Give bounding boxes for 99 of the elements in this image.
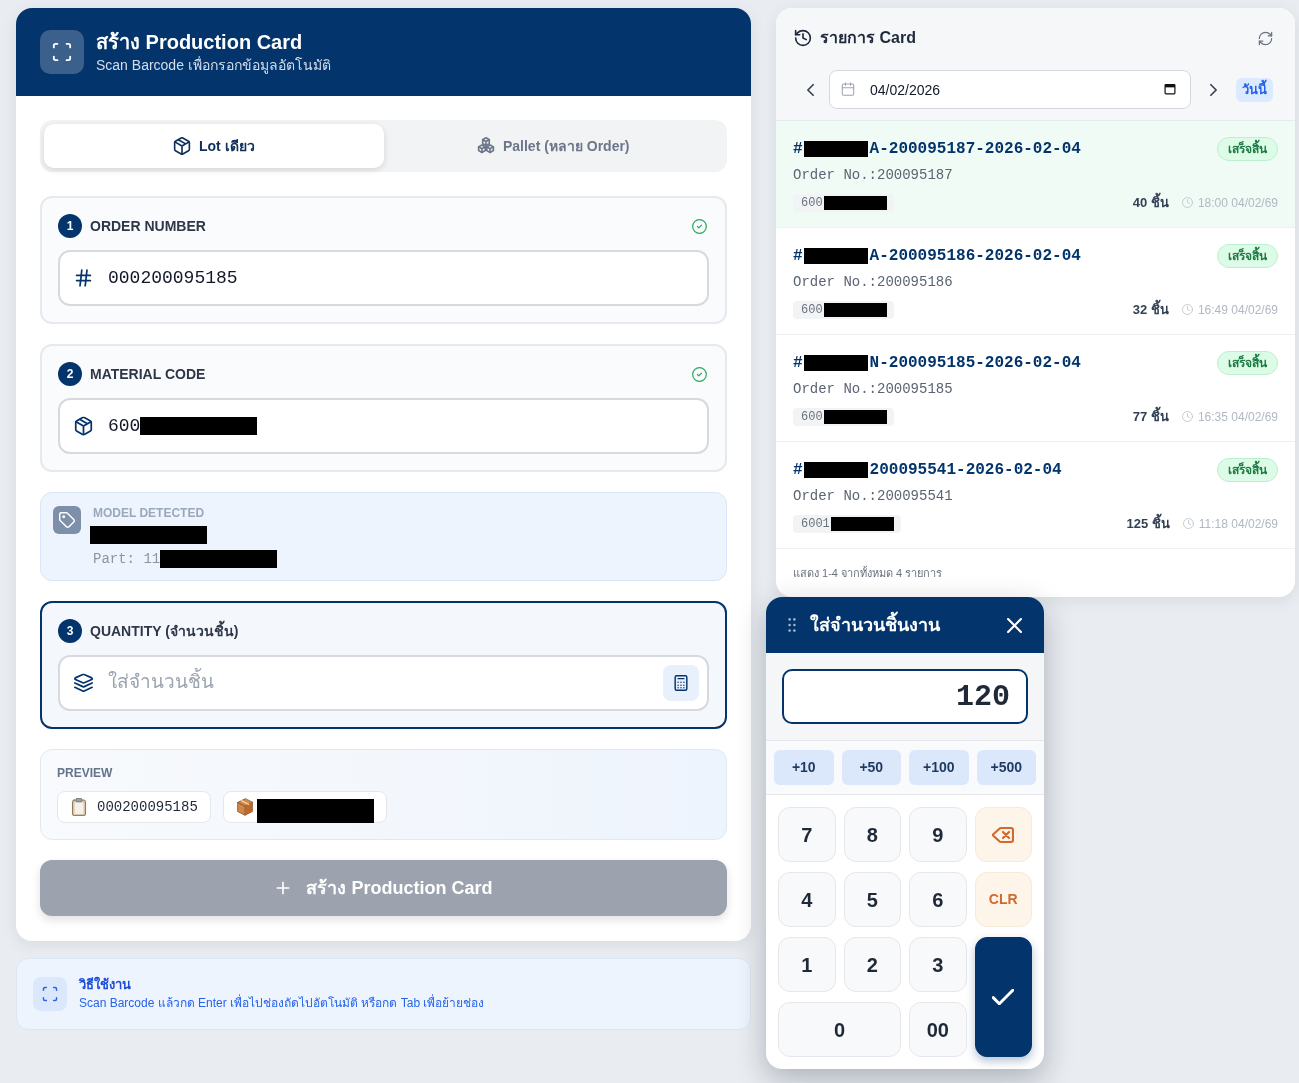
material-code-field[interactable]: 600 (58, 398, 709, 454)
card-id: A-200095186-2026-02-04 (869, 246, 1081, 266)
panel-title: รายการ Card (820, 28, 916, 48)
order-number: Order No.:200095187 (793, 166, 954, 185)
hash-icon (74, 268, 93, 288)
boxes-icon (476, 137, 495, 155)
card-list-item[interactable]: # A-200095187-2026-02-04 เสร็จสิ้น Order No.:200095187 600 40 ชิ้น 18:00 04/02/69 (776, 121, 1295, 228)
chip-text: 000200095185 (97, 797, 198, 817)
quantity-field[interactable]: ใส่จำนวนชิ้น (58, 655, 709, 711)
timestamp: 16:49 04/02/69 (1197, 301, 1278, 319)
page-title: สร้าง Production Card (96, 30, 304, 54)
number-key[interactable]: 5 (843, 872, 901, 927)
card-list-item[interactable]: # 200095541-2026-02-04 เสร็จสิ้น Order No.:200095541 6001 125 ชิ้น 11:18 04/02/69 (776, 442, 1295, 549)
calendar-icon (841, 82, 855, 96)
number-key[interactable]: 1 (778, 937, 836, 992)
quantity-text: 125 ชิ้น (1126, 514, 1170, 534)
scan-icon (40, 30, 84, 74)
step-label: ORDER NUMBER (90, 216, 206, 236)
card-list-item[interactable]: # A-200095186-2026-02-04 เสร็จสิ้น Order No.:200095186 600 32 ชิ้น 16:49 04/02/69 (776, 228, 1295, 335)
preview-label: PREVIEW (57, 765, 114, 781)
number-key[interactable]: 00 (909, 1002, 967, 1057)
status-badge: เสร็จสิ้น (1217, 137, 1278, 161)
card-id: # (793, 139, 803, 159)
list-summary: แสดง 1-4 จากทั้งหมด 4 รายการ (793, 567, 943, 579)
number-key[interactable]: 7 (778, 807, 836, 862)
check-icon (992, 989, 1015, 1005)
quick-add-button[interactable]: +50 (841, 750, 901, 785)
card-id: A-200095187-2026-02-04 (869, 139, 1081, 159)
clock-icon (1181, 197, 1193, 209)
step-label: QUANTITY (จำนวนชิ้น) (90, 620, 239, 641)
number-key[interactable]: 9 (909, 807, 967, 862)
number-key[interactable]: 8 (843, 807, 901, 862)
quantity-text: 40 ชิ้น (1132, 193, 1169, 213)
confirm-button[interactable] (974, 937, 1032, 1057)
order-number: Order No.:200095185 (793, 380, 954, 399)
clock-icon (1182, 518, 1194, 530)
card-list-item[interactable]: # N-200095185-2026-02-04 เสร็จสิ้น Order No.:200095185 600 77 ชิ้น 16:35 04/02/69 (776, 335, 1295, 442)
clock-icon (1181, 411, 1193, 423)
quantity-text: 32 ชิ้น (1132, 300, 1169, 320)
help-title: วิธีใช้งาน (79, 976, 132, 994)
quick-add-button[interactable]: +500 (976, 750, 1036, 785)
material-code: 600 (801, 301, 823, 319)
quick-add-button[interactable]: +100 (909, 750, 969, 785)
order-number-field[interactable]: 000200095185 (58, 250, 709, 306)
scan-icon (33, 977, 67, 1011)
dialog-title: ใส่จำนวนชิ้นงาน (810, 611, 940, 639)
clipboard-icon (70, 798, 88, 816)
order-number: Order No.:200095541 (793, 487, 954, 506)
step-number: 3 (58, 619, 82, 643)
card-id: N-200095185-2026-02-04 (869, 353, 1081, 373)
close-icon[interactable] (1007, 617, 1022, 633)
step-number: 1 (58, 214, 82, 238)
timestamp: 18:00 04/02/69 (1197, 194, 1278, 212)
chevron-right-icon[interactable] (1209, 82, 1218, 97)
card-id: # (793, 246, 803, 266)
card-id: 200095541-2026-02-04 (869, 460, 1062, 480)
today-button[interactable]: วันนี้ (1236, 77, 1273, 102)
status-badge: เสร็จสิ้น (1217, 244, 1278, 268)
quick-add-button[interactable]: +10 (774, 750, 834, 785)
number-key[interactable]: 0 (778, 1002, 901, 1057)
tag-icon (53, 506, 81, 534)
package-icon (172, 137, 191, 155)
backspace-button[interactable] (974, 807, 1032, 862)
quantity-text: 77 ชิ้น (1132, 407, 1169, 427)
status-badge: เสร็จสิ้น (1217, 351, 1278, 375)
history-icon (794, 29, 812, 47)
chevron-left-icon[interactable] (806, 82, 815, 97)
number-key[interactable]: 2 (843, 937, 901, 992)
part-number: Part: 11 (93, 550, 161, 568)
number-key[interactable]: 3 (909, 937, 967, 992)
card-id: # (793, 460, 803, 480)
calendar-picker-icon[interactable] (1164, 83, 1176, 95)
timestamp: 11:18 04/02/69 (1198, 515, 1278, 533)
material-code: 600 (801, 194, 823, 212)
package-icon (235, 798, 254, 816)
calculator-button[interactable] (663, 665, 699, 701)
material-code: 6001 (801, 515, 830, 533)
page-subtitle: Scan Barcode เพื่อกรอกข้อมูลอัตโนมัติ (96, 56, 331, 74)
drag-handle-icon[interactable] (788, 617, 796, 633)
number-key[interactable]: 6 (909, 872, 967, 927)
clock-icon (1181, 304, 1193, 316)
status-badge: เสร็จสิ้น (1217, 458, 1278, 482)
model-detected-label: MODEL DETECTED (93, 506, 206, 520)
step-number: 2 (58, 362, 82, 386)
date-field[interactable]: 04/02/2026 (829, 70, 1191, 109)
quantity-display-field[interactable]: 120 (782, 669, 1028, 724)
order-number: Order No.:200095186 (793, 273, 954, 292)
refresh-icon[interactable] (1258, 30, 1273, 46)
number-key[interactable]: 4 (778, 872, 836, 927)
package-icon (74, 416, 93, 436)
tab[interactable]: Pallet (หลาย Order) (383, 124, 723, 168)
layers-icon (74, 673, 93, 693)
step-label: MATERIAL CODE (90, 364, 206, 384)
tab[interactable]: Lot เดียว (44, 124, 384, 168)
timestamp: 16:35 04/02/69 (1197, 408, 1278, 426)
material-code: 600 (801, 408, 823, 426)
card-id: # (793, 353, 803, 373)
calculator-icon (673, 675, 689, 691)
help-text: Scan Barcode แล้วกด Enter เพื่อไปช่องถัดไปอัตโนมัติ หรือกด Tab เพื่อย้ายช่อง (79, 994, 485, 1012)
